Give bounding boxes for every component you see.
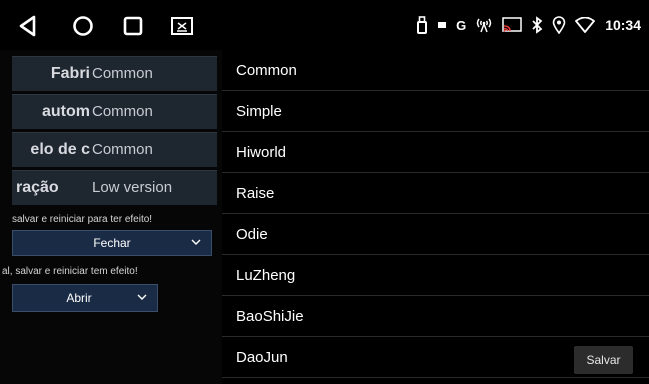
restart-hint-1: salvar e reiniciar para ter efeito! (12, 214, 153, 225)
battery-icon (437, 15, 447, 35)
setting-row-model[interactable]: elo de c Common (12, 132, 217, 167)
setting-value: Low version (92, 179, 173, 196)
wifi-icon (575, 15, 596, 35)
status-indicators: G 10:34 (416, 14, 641, 36)
clock: 10:34 (605, 17, 641, 33)
list-item[interactable]: Simple (222, 91, 649, 132)
setting-value: Common (92, 103, 153, 120)
chevron-down-icon (137, 294, 147, 300)
home-icon[interactable] (70, 13, 96, 39)
dropdown-1-value: Fechar (93, 236, 131, 250)
list-item-label: Odie (236, 226, 268, 243)
wireless-signal-icon (475, 15, 493, 35)
cast-icon (502, 15, 522, 35)
setting-value: Common (92, 141, 153, 158)
list-item-label: Simple (236, 103, 282, 120)
dropdown-2[interactable]: Abrir (12, 284, 158, 312)
bluetooth-icon (531, 15, 543, 35)
list-item-label: BaoShiJie (236, 308, 304, 325)
setting-value: Common (92, 65, 153, 82)
status-bar: G 10:34 (0, 0, 649, 50)
restart-hint-2: al, salvar e reiniciar tem efeito! (2, 266, 138, 277)
list-item[interactable]: Hiworld (222, 132, 649, 173)
option-list: Common Simple Hiworld Raise Odie LuZheng… (222, 50, 649, 384)
setting-key: ração (16, 179, 59, 196)
usb-icon (416, 15, 428, 35)
list-item-label: Common (236, 62, 297, 79)
list-item-label: LuZheng (236, 267, 296, 284)
setting-key: autom (42, 103, 90, 120)
settings-panel: Fabri Common autom Common elo de c Commo… (0, 50, 222, 384)
list-item[interactable]: Odie (222, 214, 649, 255)
save-button[interactable]: Salvar (574, 346, 633, 374)
list-item[interactable]: BaoShiJie (222, 296, 649, 337)
setting-key: Fabri (50, 65, 90, 82)
list-item-label: Hiworld (236, 144, 287, 161)
google-icon: G (456, 17, 467, 33)
list-item-label: Raise (236, 185, 275, 202)
setting-row-manufacturer[interactable]: Fabri Common (12, 56, 217, 91)
screenshot-icon[interactable] (169, 13, 195, 39)
list-item[interactable]: Common (222, 50, 649, 91)
list-item-label: DaoJun (236, 349, 288, 366)
chevron-down-icon (191, 239, 201, 245)
list-item[interactable]: Raise (222, 173, 649, 214)
dropdown-1[interactable]: Fechar (12, 230, 212, 256)
location-icon (552, 15, 566, 35)
list-item[interactable]: LuZheng (222, 255, 649, 296)
setting-row-configuration[interactable]: ração Low version (12, 170, 217, 205)
recent-apps-icon[interactable] (120, 13, 146, 39)
setting-key: elo de c (30, 141, 90, 158)
dropdown-2-value: Abrir (66, 291, 92, 305)
setting-row-auto[interactable]: autom Common (12, 94, 217, 129)
back-icon[interactable] (15, 13, 41, 39)
